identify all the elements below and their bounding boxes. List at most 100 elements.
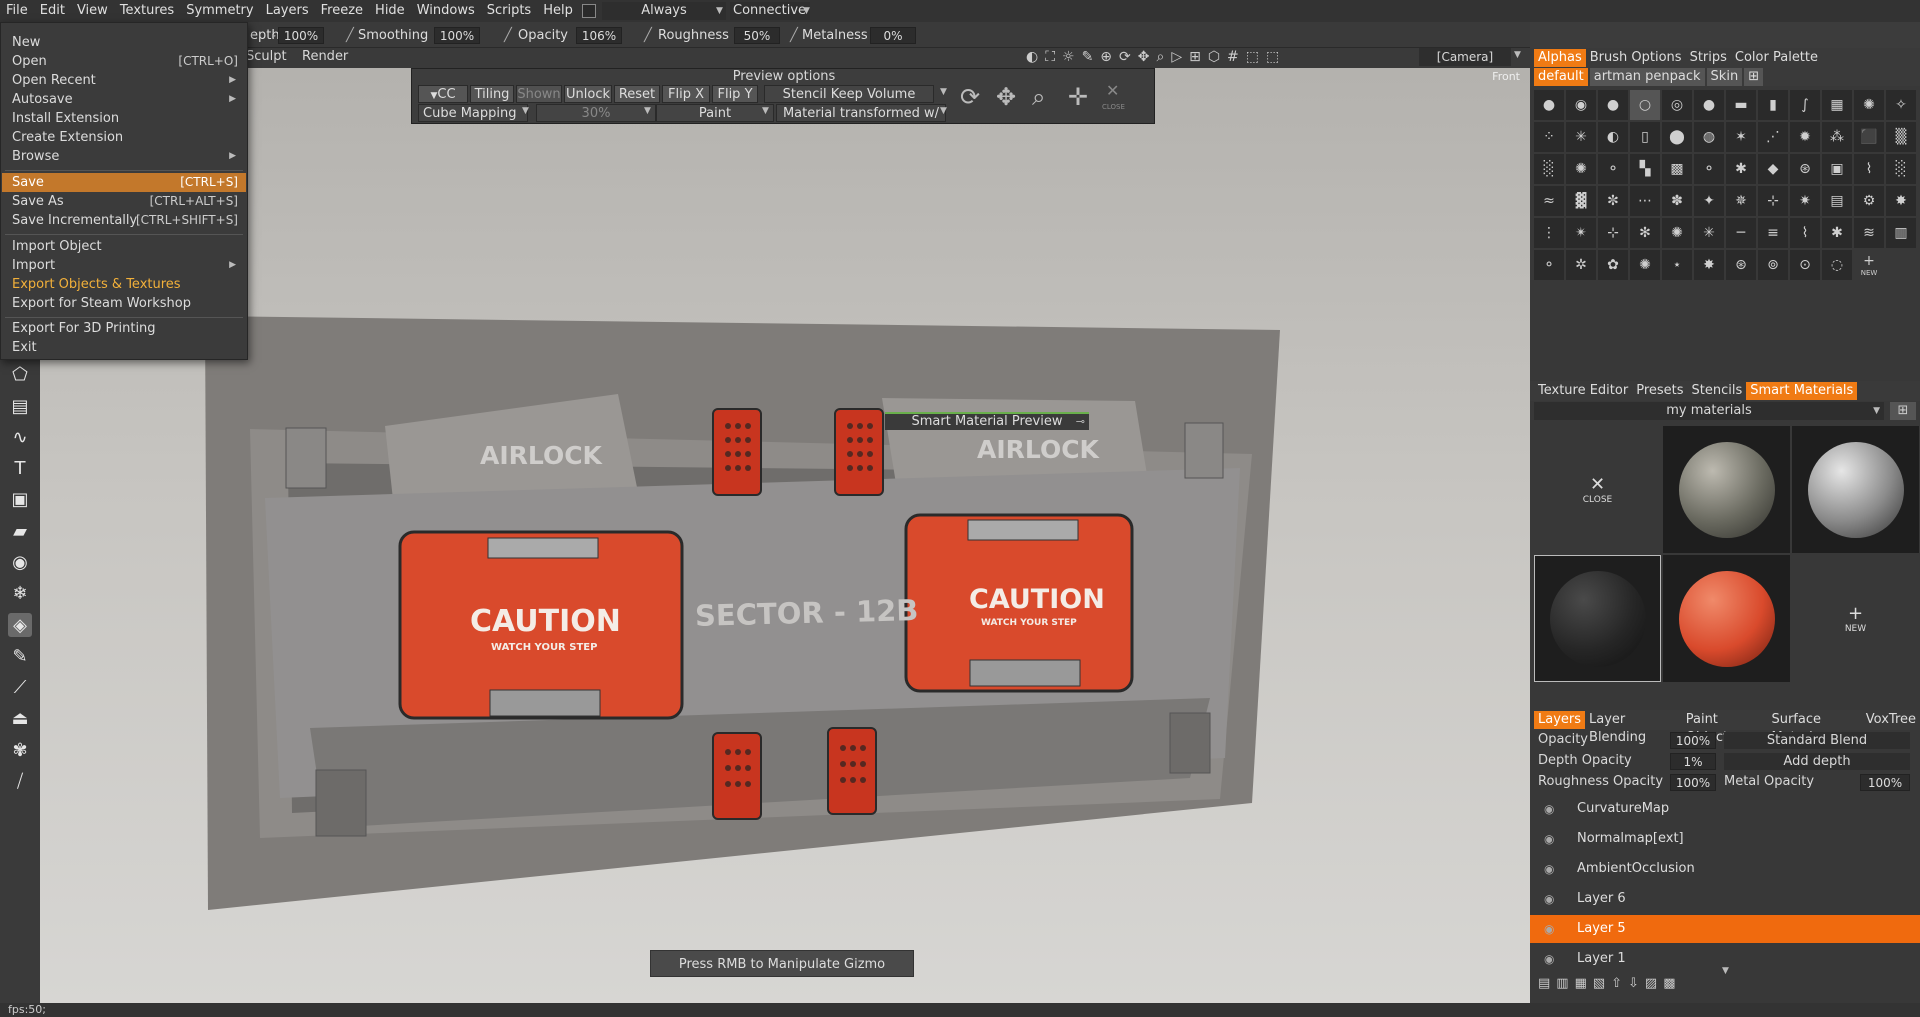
always-dropdown[interactable]: Always: [602, 2, 726, 20]
alpha-thumbnail[interactable]: ✿: [1598, 250, 1628, 280]
iron-tool-icon[interactable]: ⏏: [8, 706, 32, 730]
material-swatch-chrome[interactable]: [1792, 426, 1919, 553]
eye-icon[interactable]: ◉: [1544, 915, 1560, 943]
tab-brush-options[interactable]: Brush Options: [1586, 49, 1686, 67]
pen-tool-icon[interactable]: ⟋: [8, 675, 32, 699]
rotate-icon[interactable]: ⟳: [960, 83, 980, 111]
alpha-thumbnail[interactable]: ▥: [1886, 218, 1916, 248]
move-icon[interactable]: ✥: [996, 83, 1016, 111]
alpha-thumbnail[interactable]: ◍: [1694, 122, 1724, 152]
alpha-thumbnail[interactable]: ✸: [1886, 186, 1916, 216]
menu-export-steam[interactable]: Export for Steam Workshop: [2, 294, 246, 313]
cube-mapping-dropdown[interactable]: Cube Mapping: [418, 104, 528, 122]
alpha-thumbnail[interactable]: ─: [1726, 218, 1756, 248]
alpha-thumbnail[interactable]: ✸: [1694, 250, 1724, 280]
menu-file[interactable]: File: [0, 0, 34, 22]
alpha-thumbnail[interactable]: ●: [1694, 90, 1724, 120]
add-folder-icon[interactable]: ⊞: [1890, 402, 1916, 420]
metalness-value[interactable]: 0%: [870, 27, 916, 44]
alpha-thumbnail[interactable]: ●: [1534, 90, 1564, 120]
alpha-thumbnail[interactable]: ▮: [1758, 90, 1788, 120]
roughness-opacity-value[interactable]: 100%: [1670, 774, 1716, 791]
alpha-thumbnail[interactable]: ⊛: [1790, 154, 1820, 184]
depth-value[interactable]: 100%: [278, 27, 324, 44]
blend-mode-dropdown[interactable]: Standard Blend: [1724, 732, 1910, 749]
3d-viewport[interactable]: Front AIRLOCK AIRLOCK CAUTION CAUTION WA…: [40, 68, 1530, 1003]
menu-windows[interactable]: Windows: [411, 0, 481, 22]
lasso-tool-icon[interactable]: ⬠: [8, 362, 32, 386]
always-checkbox[interactable]: [582, 4, 596, 18]
cc-button[interactable]: ▼CC: [418, 85, 468, 103]
percent-slider[interactable]: 30%: [536, 104, 656, 122]
tab-smart-materials[interactable]: Smart Materials: [1746, 382, 1858, 400]
alpha-thumbnail[interactable]: ⚬: [1694, 154, 1724, 184]
alpha-thumbnail[interactable]: ⊙: [1790, 250, 1820, 280]
alpha-thumbnail[interactable]: ▦: [1822, 90, 1852, 120]
menu-autosave[interactable]: Autosave ▶: [2, 90, 246, 109]
alpha-thumbnail[interactable]: ░: [1886, 154, 1916, 184]
alpha-thumbnail[interactable]: ✴: [1566, 218, 1596, 248]
smoothing-value[interactable]: 100%: [434, 27, 480, 44]
alpha-thumbnail[interactable]: ✼: [1598, 186, 1628, 216]
menu-help[interactable]: Help: [537, 0, 579, 22]
alpha-thumbnail[interactable]: ≈: [1534, 186, 1564, 216]
room-sculpt[interactable]: Sculpt: [246, 49, 287, 64]
alpha-thumbnail[interactable]: ▩: [1662, 154, 1692, 184]
tiling-button[interactable]: Tiling: [470, 85, 514, 103]
eye-tool-icon[interactable]: ◉: [8, 550, 32, 574]
alpha-thumbnail[interactable]: ○: [1630, 90, 1660, 120]
freeze-tool-icon[interactable]: ❄: [8, 581, 32, 605]
pick-tool-icon[interactable]: ✎: [8, 644, 32, 668]
menu-scripts[interactable]: Scripts: [481, 0, 537, 22]
connective-pick-dropdown[interactable]: Connective Picki: [730, 2, 810, 20]
camera-dropdown[interactable]: [Camera]: [1419, 48, 1511, 66]
alpha-thumbnail[interactable]: ⬛: [1854, 122, 1884, 152]
alpha-thumbnail[interactable]: ✧: [1886, 90, 1916, 120]
menu-exit[interactable]: Exit: [2, 338, 246, 357]
alpha-thumbnail[interactable]: ⋰: [1758, 122, 1788, 152]
smart-material-preview-window[interactable]: Smart Material Preview ⊸: [885, 412, 1089, 430]
alpha-thumbnail[interactable]: ⋆: [1662, 250, 1692, 280]
alpha-thumbnail[interactable]: ⁘: [1534, 122, 1564, 152]
alpha-thumbnail[interactable]: ⊚: [1758, 250, 1788, 280]
alpha-thumbnail[interactable]: ▚: [1630, 154, 1660, 184]
zoom-icon[interactable]: ⌕: [1032, 83, 1045, 111]
alpha-thumbnail[interactable]: ✱: [1726, 154, 1756, 184]
alpha-set-artman[interactable]: artman penpack: [1589, 68, 1705, 86]
stencil-mode-dropdown[interactable]: Stencil Keep Volume: [764, 85, 934, 103]
symmetry-tool-icon[interactable]: ✾: [8, 738, 32, 762]
menu-view[interactable]: View: [71, 0, 114, 22]
tab-surface-materials[interactable]: Surface Materi: [1767, 711, 1861, 745]
menu-install-extension[interactable]: Install Extension: [2, 109, 246, 128]
shown-button[interactable]: Shown: [516, 85, 562, 103]
alpha-thumbnail[interactable]: ▤: [1822, 186, 1852, 216]
room-render[interactable]: Render: [302, 49, 348, 64]
roughness-value[interactable]: 50%: [734, 27, 780, 44]
material-tool-icon[interactable]: ◈: [8, 613, 32, 637]
alpha-thumbnail[interactable]: ◎: [1662, 90, 1692, 120]
alpha-thumbnail[interactable]: ⌇: [1790, 218, 1820, 248]
opacity-value[interactable]: 106%: [576, 27, 622, 44]
eraser-tool-icon[interactable]: ▰: [8, 519, 32, 543]
flip-y-button[interactable]: Flip Y: [712, 85, 758, 103]
material-swatch-steel[interactable]: [1663, 426, 1790, 553]
eye-icon[interactable]: ◉: [1544, 945, 1560, 973]
menu-import-object[interactable]: Import Object: [2, 237, 246, 256]
tab-texture-editor[interactable]: Texture Editor: [1534, 382, 1632, 400]
tab-presets[interactable]: Presets: [1632, 382, 1687, 400]
alpha-thumbnail[interactable]: ✱: [1822, 218, 1852, 248]
add-set-icon[interactable]: ⊞: [1744, 68, 1764, 86]
layer-row[interactable]: ◉ Normalmap[ext]: [1530, 825, 1920, 853]
eye-icon[interactable]: ◉: [1544, 885, 1560, 913]
menu-open[interactable]: Open [CTRL+O]: [2, 52, 246, 71]
menu-textures[interactable]: Textures: [114, 0, 180, 22]
alpha-thumbnail[interactable]: ✻: [1630, 218, 1660, 248]
layer-actions-icons[interactable]: ▤▥▦▧⇧⇩▨▩: [1538, 976, 1681, 991]
tab-layer-blending[interactable]: Layer Blending: [1585, 711, 1682, 745]
alpha-thumbnail[interactable]: ✶: [1726, 122, 1756, 152]
depth-mode-dropdown[interactable]: Add depth: [1724, 753, 1910, 770]
tab-strips[interactable]: Strips: [1686, 49, 1731, 67]
menu-layers[interactable]: Layers: [260, 0, 315, 22]
view-tools-icons[interactable]: ◐⛶☼✎⊕⟳✥⌕▷⊞⬡#⬚⬚: [1026, 49, 1286, 65]
layer-row[interactable]: ◉ AmbientOcclusion: [1530, 855, 1920, 883]
